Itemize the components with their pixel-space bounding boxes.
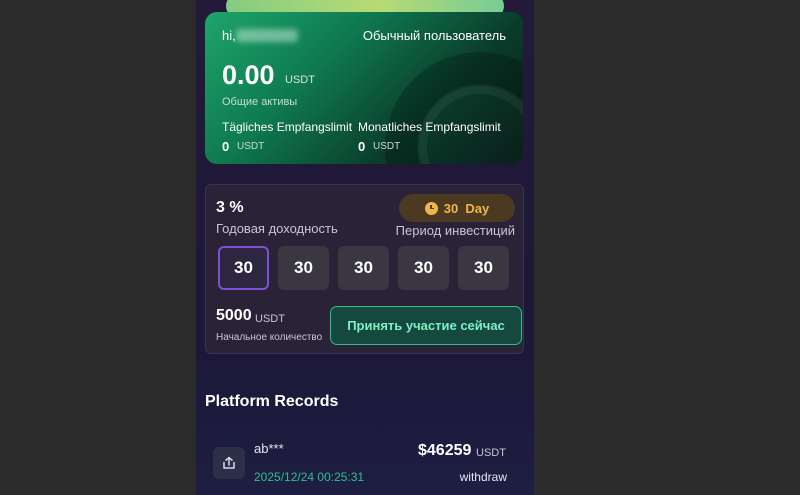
day-option-3[interactable]: 30: [338, 246, 389, 290]
annual-rate-value: 3 %: [216, 199, 244, 216]
initial-amount-value: 5000: [216, 307, 252, 324]
username-blurred: [235, 29, 298, 42]
record-type: withdraw: [459, 470, 507, 484]
record-time: 2025/12/24 00:25:31: [254, 470, 365, 484]
platform-records-title: Platform Records: [205, 393, 339, 410]
withdraw-icon: [213, 447, 245, 479]
period-badge: 30 Day: [399, 194, 515, 222]
day-option-1[interactable]: 30: [218, 246, 269, 290]
day-option-2[interactable]: 30: [278, 246, 329, 290]
day-option-4[interactable]: 30: [398, 246, 449, 290]
daily-limit-label: Tägliches Empfangslimit: [222, 120, 353, 134]
daily-limit-unit: USDT: [237, 141, 265, 152]
balance-value: 0.00: [222, 60, 275, 90]
record-amount: $46259: [418, 442, 472, 459]
total-assets-label: Общие активы: [222, 96, 298, 108]
day-option-5[interactable]: 30: [458, 246, 509, 290]
monthly-limit-value: 0: [358, 139, 366, 154]
monthly-limit-unit: USDT: [373, 141, 401, 152]
daily-limit-value: 0: [222, 139, 230, 154]
monthly-limit-label: Monatliches Empfangslimit: [358, 120, 501, 134]
record-user: ab***: [254, 441, 284, 456]
user-type-label: Обычный пользователь: [362, 28, 506, 43]
day-options: 30 30 30 30 30: [218, 246, 509, 290]
app-screen: hi, Обычный пользователь 0.00 USDT Общие…: [196, 0, 534, 495]
investment-period-label: Период инвестиций: [395, 223, 515, 238]
record-unit: USDT: [476, 447, 506, 459]
period-badge-text: 30 Day: [443, 200, 490, 216]
annual-rate-label: Годовая доходность: [216, 221, 338, 236]
greeting-text: hi,: [222, 28, 236, 43]
asset-card: hi, Обычный пользователь 0.00 USDT Общие…: [205, 12, 523, 164]
greeting: hi,: [222, 28, 298, 43]
balance-unit: USDT: [285, 74, 315, 86]
clock-icon: [424, 201, 438, 215]
join-now-button[interactable]: Принять участие сейчас: [330, 306, 522, 345]
investment-card: 3 % Годовая доходность 30 Day Период инв…: [205, 184, 524, 354]
initial-amount-unit: USDT: [255, 313, 285, 325]
initial-amount-label: Начальное количество: [216, 332, 323, 343]
